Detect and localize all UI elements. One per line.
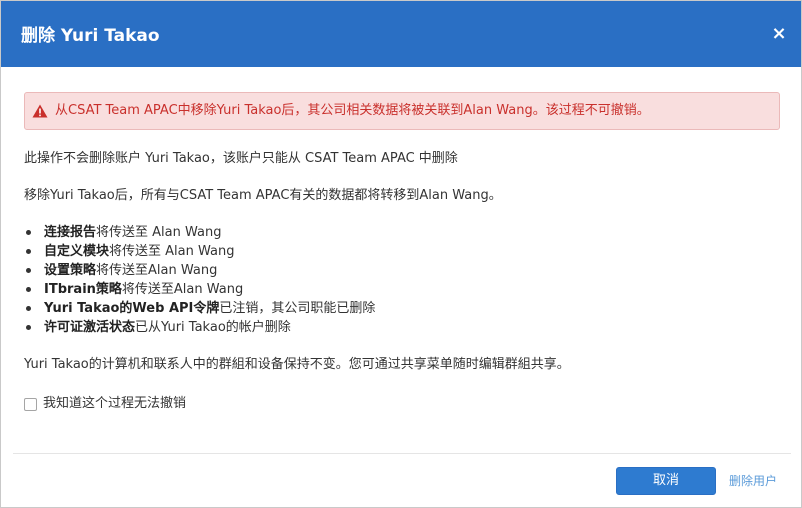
list-item: 自定义模块将传送至 Alan Wang [24,242,375,261]
list-item-bold: ITbrain策略 [44,282,122,297]
cancel-button[interactable]: 取消 [616,467,716,495]
confirm-checkbox[interactable] [24,397,37,411]
warning-triangle-icon [32,104,48,118]
confirm-checkbox-row[interactable]: 我知道这个过程无法撤销 [24,395,186,413]
list-item: 设置策略将传送至Alan Wang [24,261,375,280]
info-paragraph-account: 此操作不会删除账户 Yuri Takao，该账户只能从 CSAT Team AP… [24,151,458,166]
list-item-text: 已从Yuri Takao的帐户删除 [135,320,291,335]
list-item-text: 已注销，其公司职能已删除 [219,301,376,316]
transfer-list: 连接报告将传送至 Alan Wang 自定义模块将传送至 Alan Wang 设… [24,223,375,337]
list-item: Yuri Takao的Web API令牌已注销，其公司职能已删除 [24,299,375,318]
info-paragraph-groups: Yuri Takao的计算机和联系人中的群組和设备保持不变。您可通过共享菜单随时… [24,357,570,372]
dialog-header: 删除 Yuri Takao × [1,1,801,67]
dialog-title: 删除 Yuri Takao [21,26,160,46]
list-item-bold: Yuri Takao的Web API令牌 [44,301,220,316]
delete-user-dialog: 删除 Yuri Takao × 从CSAT Team APAC中移除Yuri T… [0,0,802,508]
list-item-text: 将传送至 Alan Wang [109,244,235,259]
list-item-text: 将传送至Alan Wang [96,263,218,278]
list-item: 许可证激活状态已从Yuri Takao的帐户删除 [24,318,375,337]
list-item-text: 将传送至 Alan Wang [96,225,222,240]
warning-alert-text: 从CSAT Team APAC中移除Yuri Takao后，其公司相关数据将被关… [55,103,650,118]
list-item-text: 将传送至Alan Wang [121,282,244,297]
list-item-bold: 连接报告 [44,225,97,240]
close-icon: × [771,23,787,44]
list-item-bold: 许可证激活状态 [44,320,136,335]
confirm-checkbox-label[interactable]: 我知道这个过程无法撤销 [43,395,186,413]
list-item: 连接报告将传送至 Alan Wang [24,223,375,242]
delete-user-button[interactable]: 删除用户 [729,467,777,495]
warning-alert: 从CSAT Team APAC中移除Yuri Takao后，其公司相关数据将被关… [24,92,780,130]
close-button[interactable]: × [771,25,787,43]
footer-divider [13,453,791,454]
list-item-bold: 自定义模块 [44,244,110,259]
info-paragraph-transfer: 移除Yuri Takao后，所有与CSAT Team APAC有关的数据都将转移… [24,188,502,203]
list-item: ITbrain策略将传送至Alan Wang [24,280,375,299]
list-item-bold: 设置策略 [44,263,97,278]
